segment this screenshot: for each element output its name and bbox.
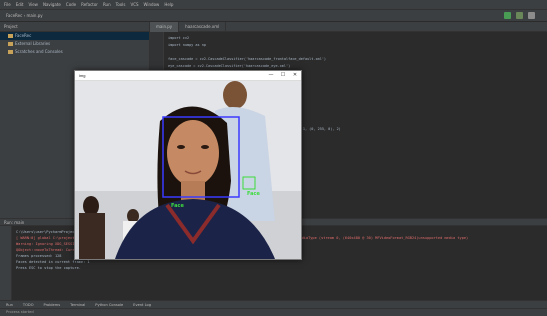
menu-item[interactable]: Code: [66, 2, 76, 7]
tree-item-label: Scratches and Consoles: [15, 49, 63, 54]
tool-window-button[interactable]: Terminal: [70, 303, 85, 307]
tree-item[interactable]: Scratches and Consoles: [0, 48, 149, 56]
tree-item[interactable]: FaceRec: [0, 32, 149, 40]
code-line: import cv2: [168, 36, 190, 40]
face-label-main: Face: [171, 203, 184, 209]
menu-item[interactable]: Refactor: [81, 2, 98, 7]
tree-item[interactable]: External Libraries: [0, 40, 149, 48]
ide-menubar: File Edit View Navigate Code Refactor Run Tools…: [0, 0, 547, 10]
folder-icon: [8, 50, 13, 54]
folder-icon: [8, 42, 13, 46]
stop-icon[interactable]: [528, 12, 535, 19]
menu-item[interactable]: File: [4, 2, 11, 7]
editor-tabs: main.py haarcascade.xml: [150, 22, 547, 32]
menu-item[interactable]: Edit: [16, 2, 24, 7]
close-icon[interactable]: ✕: [289, 71, 301, 80]
tool-window-button[interactable]: Event Log: [133, 303, 151, 307]
menu-item[interactable]: Window: [144, 2, 160, 7]
tool-window-button[interactable]: Problems: [44, 303, 61, 307]
bottom-tool-strip: Run TODO Problems Terminal Python Console Eve…: [0, 300, 547, 308]
menu-item[interactable]: Help: [164, 2, 173, 7]
code-line: eye_cascade = cv2.CascadeClassifier('haa…: [168, 64, 291, 68]
status-bar: Process started: [0, 308, 547, 316]
window-title: img: [79, 73, 86, 78]
tree-item-label: FaceRec: [15, 33, 32, 38]
menu-item[interactable]: View: [28, 2, 38, 7]
project-panel-title[interactable]: Project: [4, 24, 18, 29]
breadcrumb[interactable]: FaceRec › main.py: [6, 13, 43, 18]
tool-window-button[interactable]: Python Console: [95, 303, 123, 307]
menu-item[interactable]: VCS: [130, 2, 138, 7]
tree-item-label: External Libraries: [15, 41, 51, 46]
project-tree: FaceRec External Libraries Scratches and C…: [0, 32, 149, 56]
camera-frame: Face Face: [75, 81, 301, 259]
editor-tab[interactable]: haarcascade.xml: [179, 22, 227, 32]
menu-item[interactable]: Navigate: [43, 2, 61, 7]
tool-window-button[interactable]: TODO: [23, 303, 34, 307]
editor-tab[interactable]: main.py: [150, 22, 180, 32]
code-line: face_cascade = cv2.CascadeClassifier('ha…: [168, 57, 327, 61]
debug-icon[interactable]: [516, 12, 523, 19]
menu-item[interactable]: Run: [103, 2, 111, 7]
maximize-icon[interactable]: ☐: [277, 71, 289, 80]
menu-item[interactable]: Tools: [116, 2, 126, 7]
console-toolbar: [0, 226, 12, 300]
minimize-icon[interactable]: —: [265, 71, 277, 80]
ide-toolbar: FaceRec › main.py: [0, 10, 547, 22]
run-icon[interactable]: [504, 12, 511, 19]
console-line: Press ESC to stop the capture.: [16, 266, 81, 270]
code-line: import numpy as np: [168, 43, 206, 47]
tool-window-button[interactable]: Run: [6, 303, 13, 307]
face-detection-window[interactable]: img — ☐ ✕ Face Face: [74, 70, 302, 260]
window-titlebar[interactable]: img — ☐ ✕: [75, 71, 301, 81]
camera-scene: [75, 81, 301, 259]
face-label-second: Face: [247, 191, 260, 197]
folder-icon: [8, 34, 13, 38]
